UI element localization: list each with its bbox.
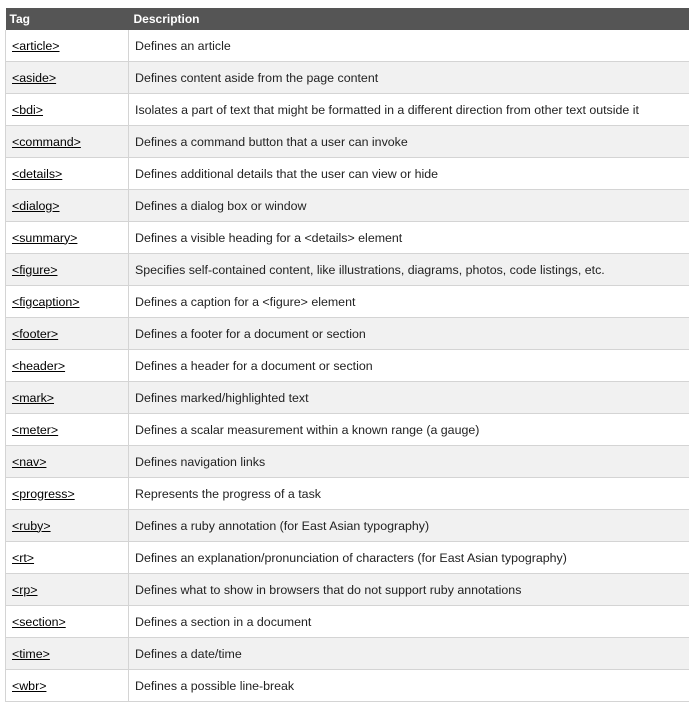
description-cell: Defines an article [128,30,689,62]
tag-link[interactable]: <summary> [12,231,77,245]
description-cell: Defines a date/time [128,637,689,670]
tag-cell: <progress> [5,477,129,510]
table-row: <dialog> Defines a dialog box or window [5,189,689,222]
tag-cell: <rt> [5,541,129,574]
tag-cell: <figure> [5,253,129,286]
table-header: Tag Description [5,8,689,30]
table-row: <rp> Defines what to show in browsers tha… [5,573,689,606]
description-cell: Defines additional details that the user… [128,157,689,190]
description-cell: Defines what to show in browsers that do… [128,573,689,606]
description-cell: Defines navigation links [128,445,689,478]
tag-link[interactable]: <details> [12,167,62,181]
tag-cell: <bdi> [5,93,129,126]
description-cell: Defines a caption for a <figure> element [128,285,689,318]
table-row: <bdi> Isolates a part of text that might … [5,93,689,126]
description-cell: Defines content aside from the page cont… [128,61,689,94]
tag-cell: <dialog> [5,189,129,222]
tag-cell: <time> [5,637,129,670]
table-row: <wbr> Defines a possible line-break [5,669,689,702]
tag-cell: <section> [5,605,129,638]
header-row: Tag Description [5,8,689,30]
tag-link[interactable]: <meter> [12,423,58,437]
tag-cell: <details> [5,157,129,190]
tag-link[interactable]: <dialog> [12,199,60,213]
table-row: <article> Defines an article [5,30,689,62]
table-row: <time> Defines a date/time [5,637,689,670]
tag-link[interactable]: <progress> [12,487,75,501]
description-cell: Isolates a part of text that might be fo… [128,93,689,126]
table-row: <progress> Represents the progress of a t… [5,477,689,510]
tag-cell: <footer> [5,317,129,350]
description-cell: Defines a dialog box or window [128,189,689,222]
tag-link[interactable]: <section> [12,615,66,629]
table-row: <aside> Defines content aside from the pa… [5,61,689,94]
tag-link[interactable]: <figcaption> [12,295,80,309]
description-cell: Defines a visible heading for a <details… [128,221,689,254]
table-row: <header> Defines a header for a document … [5,349,689,382]
description-cell: Defines a section in a document [128,605,689,638]
tag-link[interactable]: <footer> [12,327,58,341]
tag-cell: <aside> [5,61,129,94]
tag-link[interactable]: <wbr> [12,679,46,693]
tag-cell: <wbr> [5,669,129,702]
tag-cell: <summary> [5,221,129,254]
description-cell: Defines a scalar measurement within a kn… [128,413,689,446]
tag-cell: <mark> [5,381,129,414]
tag-link[interactable]: <mark> [12,391,54,405]
tag-cell: <meter> [5,413,129,446]
tag-cell: <article> [5,30,129,62]
tag-reference-container: Tag Description <article> Defines an arti… [5,8,689,702]
tag-link[interactable]: <header> [12,359,65,373]
description-cell: Specifies self-contained content, like i… [128,253,689,286]
description-cell: Defines an explanation/pronunciation of … [128,541,689,574]
tag-cell: <rp> [5,573,129,606]
description-cell: Defines a header for a document or secti… [128,349,689,382]
description-cell: Defines a footer for a document or secti… [128,317,689,350]
table-row: <figcaption> Defines a caption for a <fig… [5,285,689,318]
table-row: <footer> Defines a footer for a document … [5,317,689,350]
table-row: <meter> Defines a scalar measurement with… [5,413,689,446]
tag-cell: <nav> [5,445,129,478]
tag-link[interactable]: <rt> [12,551,34,565]
description-cell: Defines a command button that a user can… [128,125,689,158]
table-row: <figure> Specifies self-contained content… [5,253,689,286]
table-row: <summary> Defines a visible heading for a… [5,221,689,254]
description-cell: Defines a ruby annotation (for East Asia… [128,509,689,542]
tag-link[interactable]: <figure> [12,263,57,277]
tag-cell: <figcaption> [5,285,129,318]
table-row: <mark> Defines marked/highlighted text [5,381,689,414]
tag-link[interactable]: <rp> [12,583,38,597]
description-cell: Defines marked/highlighted text [128,381,689,414]
tag-link[interactable]: <article> [12,39,60,53]
tag-cell: <command> [5,125,129,158]
tag-cell: <header> [5,349,129,382]
tag-link[interactable]: <nav> [12,455,46,469]
column-header-tag: Tag [5,8,129,30]
table-row: <details> Defines additional details that… [5,157,689,190]
description-cell: Defines a possible line-break [128,669,689,702]
tag-link[interactable]: <aside> [12,71,56,85]
tag-cell: <ruby> [5,509,129,542]
tag-link[interactable]: <ruby> [12,519,51,533]
table-row: <ruby> Defines a ruby annotation (for Eas… [5,509,689,542]
tag-link[interactable]: <command> [12,135,81,149]
description-cell: Represents the progress of a task [128,477,689,510]
tag-reference-table: Tag Description <article> Defines an arti… [5,8,689,702]
tag-link[interactable]: <bdi> [12,103,43,117]
table-row: <rt> Defines an explanation/pronunciation… [5,541,689,574]
tag-link[interactable]: <time> [12,647,50,661]
column-header-description: Description [128,8,689,30]
table-body: <article> Defines an article <aside> Define… [5,30,689,702]
table-row: <command> Defines a command button that a… [5,125,689,158]
table-row: <section> Defines a section in a document [5,605,689,638]
table-row: <nav> Defines navigation links [5,445,689,478]
